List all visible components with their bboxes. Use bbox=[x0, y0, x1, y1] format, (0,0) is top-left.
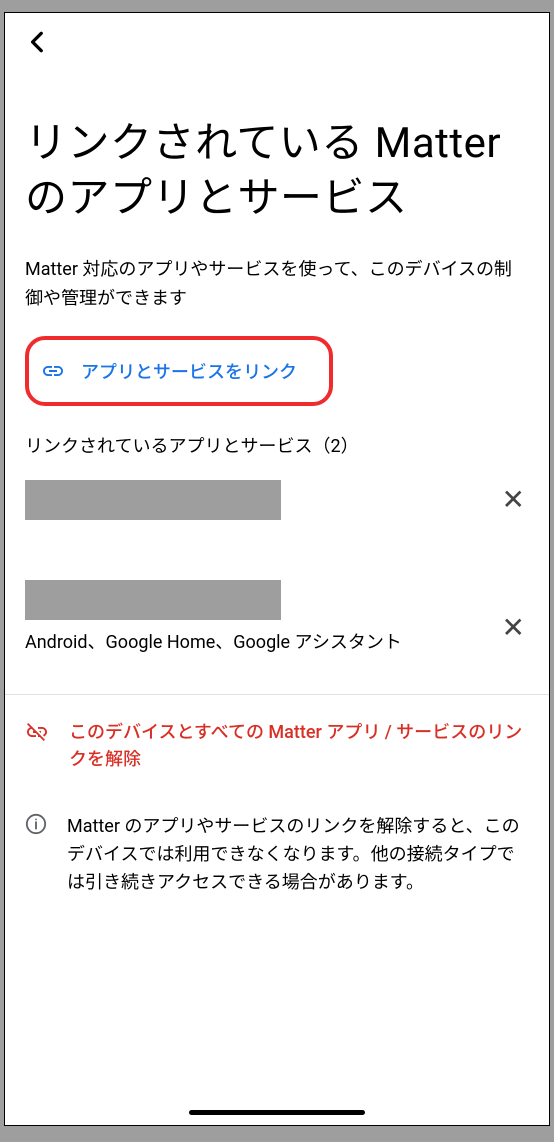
page-subtitle: Matter 対応のアプリやサービスを使って、このデバイスの制御や管理ができます bbox=[25, 256, 529, 314]
remove-item-button[interactable]: ✕ bbox=[492, 611, 529, 644]
link-apps-label: アプリとサービスをリンク bbox=[81, 358, 297, 384]
linked-item: Android、Google Home、Google アシスタント ✕ bbox=[25, 580, 529, 654]
redacted-name bbox=[25, 580, 281, 620]
info-text: Matter のアプリやサービスのリンクを解除すると、このデバイスでは利用できな… bbox=[67, 813, 529, 897]
info-icon bbox=[25, 813, 47, 897]
unlink-icon bbox=[25, 719, 49, 745]
divider bbox=[5, 694, 549, 695]
link-apps-button[interactable]: アプリとサービスをリンク bbox=[25, 336, 333, 406]
remove-item-button[interactable]: ✕ bbox=[492, 483, 529, 516]
linked-item: ✕ bbox=[25, 480, 529, 520]
info-note: Matter のアプリやサービスのリンクを解除すると、このデバイスでは利用できな… bbox=[5, 813, 549, 897]
link-icon bbox=[41, 359, 65, 383]
back-button[interactable] bbox=[25, 29, 529, 61]
redacted-name bbox=[25, 480, 281, 520]
page-title: リンクされている Matter のアプリとサービス bbox=[25, 117, 529, 226]
unlink-all-label: このデバイスとすべての Matter アプリ / サービスのリンクを解除 bbox=[69, 719, 529, 773]
item-subtitle: Android、Google Home、Google アシスタント bbox=[25, 628, 492, 654]
linked-section-heading: リンクされているアプリとサービス（2） bbox=[25, 432, 529, 458]
home-indicator bbox=[189, 1110, 365, 1115]
unlink-all-button[interactable]: このデバイスとすべての Matter アプリ / サービスのリンクを解除 bbox=[5, 719, 549, 773]
